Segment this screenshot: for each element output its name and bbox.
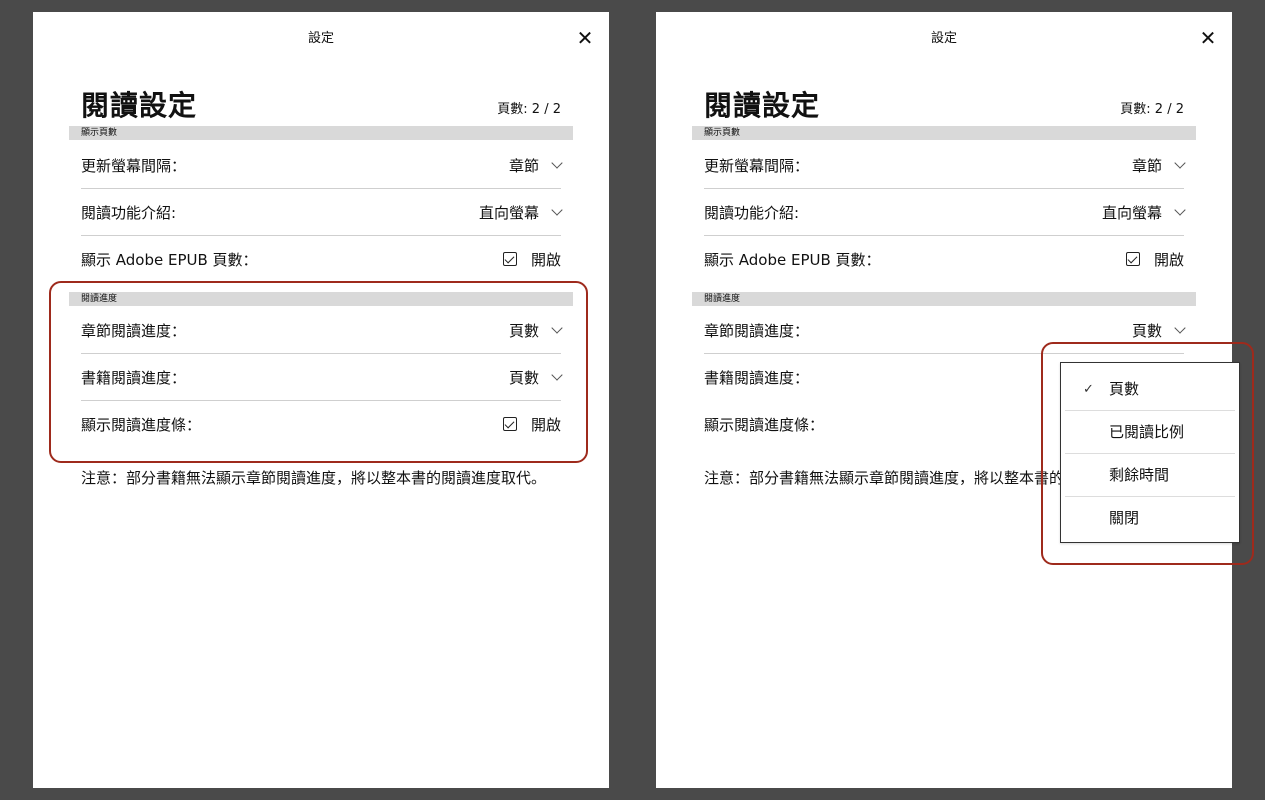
checkbox-checked-icon[interactable] bbox=[502, 252, 517, 266]
close-icon[interactable]: ✕ bbox=[573, 26, 597, 50]
row-value[interactable]: 直向螢幕 bbox=[1102, 202, 1186, 223]
checkbox-checked-icon[interactable] bbox=[1125, 252, 1140, 266]
row-label: 更新螢幕間隔： bbox=[81, 156, 187, 175]
note-text: 注意：部分書籍無法顯示章節閱讀進度，將以整本書的閱讀進度取代。 bbox=[81, 469, 547, 487]
page-count: 頁數: 2 / 2 bbox=[497, 102, 561, 117]
chevron-down-icon bbox=[1174, 321, 1186, 334]
row-label: 書籍閱讀進度： bbox=[704, 368, 810, 387]
section-header-page-display: 顯示頁數 bbox=[692, 126, 1196, 140]
row-label: 顯示 Adobe EPUB 頁數： bbox=[704, 250, 881, 269]
close-icon[interactable]: ✕ bbox=[1196, 26, 1220, 50]
section-header-page-display: 顯示頁數 bbox=[69, 126, 573, 140]
chevron-down-icon bbox=[551, 203, 563, 216]
row-adobe-epub-pages[interactable]: 顯示 Adobe EPUB 頁數： 開啟 bbox=[704, 236, 1184, 282]
highlight-box-reading-progress bbox=[49, 281, 588, 463]
row-value[interactable]: 開啟 bbox=[1125, 249, 1184, 270]
section-header-reading-progress: 閱讀進度 bbox=[692, 292, 1196, 306]
row-refresh-interval[interactable]: 更新螢幕間隔： 章節 bbox=[81, 142, 563, 189]
highlight-box-dropdown bbox=[1041, 342, 1254, 565]
chevron-down-icon bbox=[551, 156, 563, 169]
row-label: 閱讀功能介紹: bbox=[81, 203, 177, 222]
row-value[interactable]: 章節 bbox=[509, 155, 563, 176]
dialog-title: 設定 bbox=[930, 31, 957, 46]
row-value[interactable]: 章節 bbox=[1132, 155, 1186, 176]
row-label: 章節閱讀進度： bbox=[704, 321, 810, 340]
chevron-down-icon bbox=[1174, 203, 1186, 216]
row-label: 顯示閱讀進度條： bbox=[704, 415, 825, 434]
dialog-title: 設定 bbox=[307, 31, 334, 46]
row-value[interactable]: 頁數 bbox=[1132, 320, 1186, 341]
row-reading-guide[interactable]: 閱讀功能介紹: 直向螢幕 bbox=[704, 189, 1186, 236]
chevron-down-icon bbox=[1174, 156, 1186, 169]
row-reading-guide[interactable]: 閱讀功能介紹: 直向螢幕 bbox=[81, 189, 563, 236]
page-heading: 閱讀設定 bbox=[704, 89, 821, 122]
page-count: 頁數: 2 / 2 bbox=[1120, 102, 1184, 117]
row-value[interactable]: 開啟 bbox=[502, 249, 561, 270]
row-label: 閱讀功能介紹: bbox=[704, 203, 800, 222]
row-adobe-epub-pages[interactable]: 顯示 Adobe EPUB 頁數： 開啟 bbox=[81, 236, 561, 282]
row-label: 更新螢幕間隔： bbox=[704, 156, 810, 175]
page-heading: 閱讀設定 bbox=[81, 89, 198, 122]
row-value[interactable]: 直向螢幕 bbox=[479, 202, 563, 223]
row-refresh-interval[interactable]: 更新螢幕間隔： 章節 bbox=[704, 142, 1186, 189]
row-label: 顯示 Adobe EPUB 頁數： bbox=[81, 250, 258, 269]
